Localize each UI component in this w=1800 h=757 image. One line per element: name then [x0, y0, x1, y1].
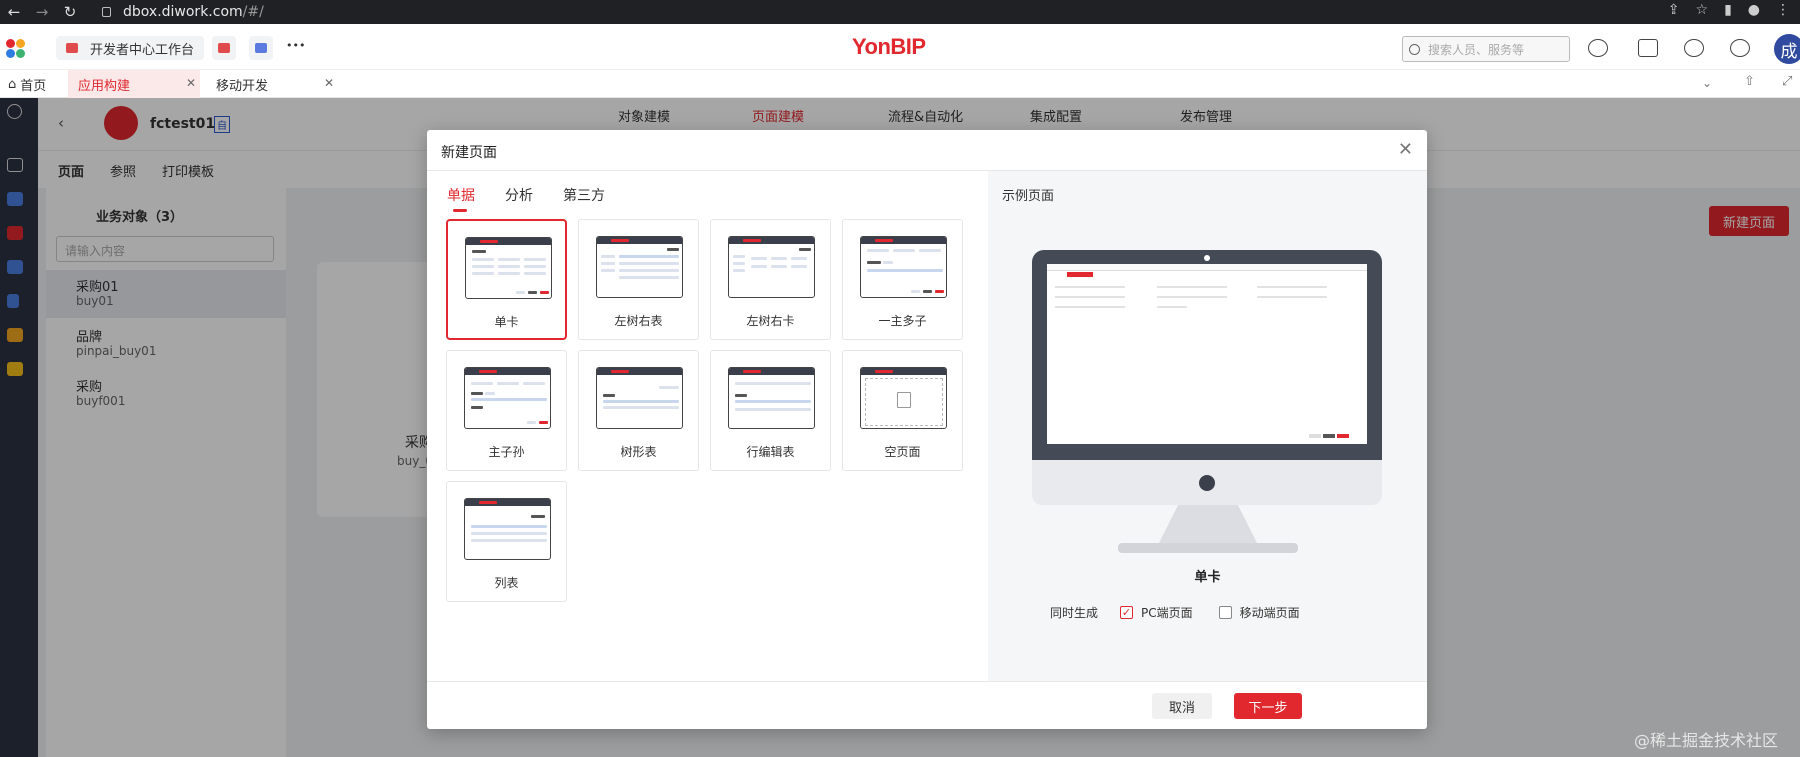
preview-title: 示例页面 — [1002, 189, 1055, 204]
app-logo-icon[interactable] — [6, 39, 28, 59]
lock-icon — [102, 7, 111, 17]
template-row-edit-table[interactable]: 行编辑表 — [710, 350, 831, 471]
tab-third-party[interactable]: 第三方 — [563, 185, 605, 205]
upload-icon[interactable]: ⇧ — [1744, 74, 1755, 89]
chevron-down-icon[interactable]: ⌄ — [1702, 76, 1712, 90]
share-icon[interactable]: ⇪ — [1668, 2, 1680, 18]
template-label: 主子孙 — [488, 445, 525, 459]
brand-logo: YonBIP — [852, 34, 926, 59]
page-tab-strip: ⌂ 首页 应用构建 ✕ 移动开发 ✕ ⌄ ⇧ ⤢ — [0, 70, 1800, 98]
workspace-tab[interactable]: 开发者中心工作台 — [56, 36, 205, 60]
generate-label: 同时生成 — [1050, 606, 1099, 620]
mobile-page-checkbox[interactable] — [1218, 606, 1232, 619]
pc-page-checkbox[interactable]: ✓ — [1120, 606, 1134, 619]
support-icon[interactable] — [1684, 39, 1704, 57]
back-icon[interactable]: ← — [0, 3, 28, 21]
mail-app-icon[interactable] — [212, 36, 236, 60]
message-icon[interactable] — [1638, 39, 1658, 57]
tab-document[interactable]: 单据 — [447, 185, 475, 212]
template-category-tabs: 单据 分析 第三方 — [447, 185, 635, 212]
preview-monitor — [1032, 250, 1382, 505]
more-apps-icon[interactable]: ••• — [286, 39, 305, 52]
global-search-input[interactable]: 搜索人员、服务等 — [1402, 36, 1570, 62]
template-thumbnail — [465, 237, 552, 299]
tab-app-build[interactable]: 应用构建 ✕ — [68, 70, 200, 98]
template-master-detail-grandchild[interactable]: 主子孙 — [446, 350, 567, 471]
template-label: 树形表 — [620, 445, 657, 459]
watermark: @稀土掘金技术社区 — [1633, 731, 1778, 750]
template-single-card[interactable]: 单卡 — [446, 219, 567, 340]
pc-page-label: PC端页面 — [1141, 606, 1193, 620]
template-label: 左树右表 — [614, 314, 663, 328]
new-page-dialog: 新建页面 ✕ 单据 分析 第三方 单卡 左树右表 左树右卡 一主多子 主子孙 树… — [427, 130, 1427, 729]
search-icon — [1409, 43, 1420, 55]
workspace-icon — [66, 43, 78, 53]
menu-icon[interactable]: ⋮ — [1776, 2, 1790, 18]
help-icon[interactable] — [1588, 39, 1608, 57]
forward-icon[interactable]: → — [28, 3, 56, 21]
sidebar-icon[interactable]: ▮ — [1724, 2, 1732, 18]
dialog-header: 新建页面 ✕ — [427, 130, 1427, 171]
template-label: 行编辑表 — [746, 445, 795, 459]
preview-screen — [1047, 264, 1367, 444]
app-header: 开发者中心工作台 ••• YonBIP 搜索人员、服务等 成 — [0, 24, 1800, 70]
template-panel: 单据 分析 第三方 单卡 左树右表 左树右卡 一主多子 主子孙 树形表 行编辑表… — [427, 171, 988, 681]
template-list[interactable]: 列表 — [446, 481, 567, 602]
template-label: 一主多子 — [878, 314, 927, 328]
tab-analysis[interactable]: 分析 — [505, 185, 533, 205]
address-bar[interactable]: dbox.diwork.com/#/ — [98, 0, 1638, 24]
template-label: 左树右卡 — [746, 314, 795, 328]
template-label: 单卡 — [494, 315, 519, 329]
url-path: /#/ — [242, 4, 264, 20]
fullscreen-icon[interactable]: ⤢ — [1782, 74, 1792, 89]
template-tree-table[interactable]: 左树右表 — [578, 219, 699, 340]
bookmark-star-icon[interactable]: ☆ — [1696, 2, 1709, 18]
preview-panel: 示例页面 单卡 同时生成 ✓ PC端页面 移动端页面 — [988, 171, 1427, 681]
template-master-multi-detail[interactable]: 一主多子 — [842, 219, 963, 340]
reload-icon[interactable]: ↻ — [56, 3, 84, 21]
profile-icon[interactable]: ● — [1748, 2, 1760, 18]
add-file-icon — [897, 392, 911, 408]
preview-template-name: 单卡 — [1194, 570, 1221, 585]
tab-home[interactable]: ⌂ 首页 — [8, 70, 68, 98]
dialog-title: 新建页面 — [441, 145, 497, 161]
tab-mobile-dev[interactable]: 移动开发 ✕ — [206, 70, 340, 98]
doc-app-icon[interactable] — [249, 36, 273, 60]
template-blank-page[interactable]: 空页面 — [842, 350, 963, 471]
url-host: dbox.diwork.com — [123, 4, 243, 20]
browser-toolbar: ← → ↻ dbox.diwork.com/#/ ⇪ ☆ ▮ ● ⋮ — [0, 0, 1800, 24]
user-avatar[interactable]: 成 — [1774, 34, 1800, 64]
close-tab-icon[interactable]: ✕ — [186, 76, 196, 90]
close-tab-icon[interactable]: ✕ — [324, 76, 334, 90]
template-label: 空页面 — [884, 445, 921, 459]
workspace-tab-label: 开发者中心工作台 — [90, 42, 195, 58]
explore-icon[interactable] — [1730, 39, 1750, 57]
generate-options: 同时生成 ✓ PC端页面 移动端页面 — [1050, 604, 1300, 621]
template-tree-grid[interactable]: 树形表 — [578, 350, 699, 471]
close-icon[interactable]: ✕ — [1398, 139, 1413, 160]
mobile-page-label: 移动端页面 — [1239, 606, 1300, 620]
template-tree-card[interactable]: 左树右卡 — [710, 219, 831, 340]
template-label: 列表 — [494, 576, 519, 590]
dialog-footer: 取消 下一步 — [427, 681, 1427, 729]
next-step-button[interactable]: 下一步 — [1234, 693, 1302, 719]
cancel-button[interactable]: 取消 — [1152, 693, 1212, 719]
home-icon: ⌂ — [8, 76, 17, 92]
search-placeholder: 搜索人员、服务等 — [1428, 42, 1525, 57]
